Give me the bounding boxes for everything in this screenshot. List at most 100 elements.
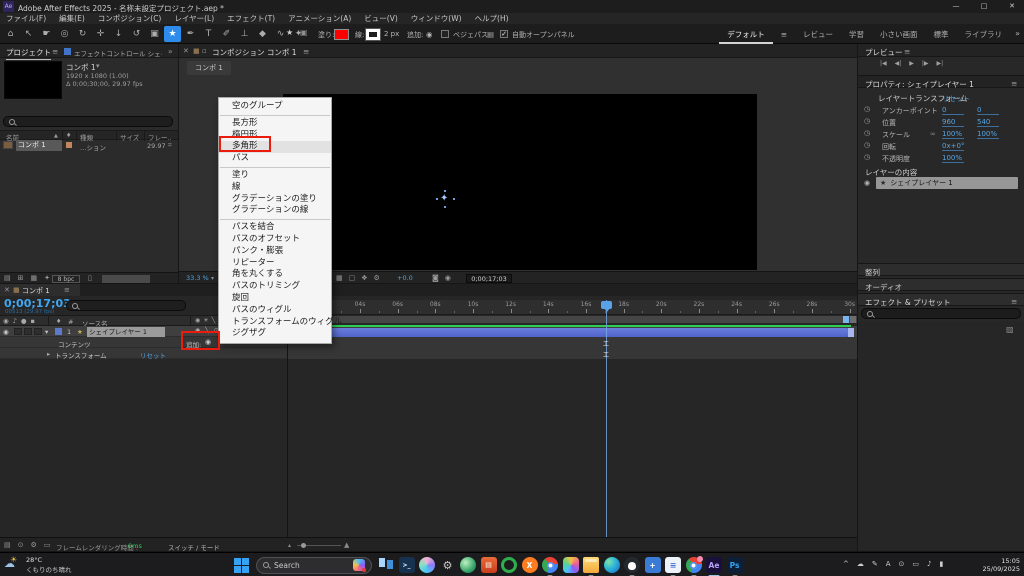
comp-dropdown-icon[interactable]: ▾ bbox=[96, 62, 100, 70]
property-value[interactable]: 0x+0° bbox=[942, 142, 964, 151]
shape-menu-item[interactable]: トランスフォームのウィグル bbox=[219, 317, 331, 329]
bezier-path-checkbox[interactable] bbox=[441, 30, 449, 38]
notepad-icon[interactable]: ≡ bbox=[665, 557, 681, 573]
layer-eye-icon[interactable]: ◉ bbox=[3, 328, 9, 336]
comp-viewer-tab[interactable]: コンポ 1 bbox=[187, 61, 231, 75]
index-column-label[interactable]: # bbox=[68, 318, 73, 326]
layer-label-chip[interactable] bbox=[55, 328, 62, 335]
menu-item[interactable]: ファイル(F) bbox=[6, 13, 46, 24]
close-icon[interactable]: ✕ bbox=[4, 286, 10, 294]
shape-tool-icon[interactable]: ★ bbox=[164, 26, 181, 42]
shape-menu-item[interactable]: パスのオフセット bbox=[219, 234, 331, 246]
label-column-icon[interactable]: ♦ bbox=[66, 132, 71, 139]
menu-item[interactable]: エフェクト(T) bbox=[227, 13, 275, 24]
sort-arrow-icon[interactable]: ▲ bbox=[54, 133, 58, 139]
zoom-tool-icon[interactable]: ◎ bbox=[56, 26, 73, 42]
pan-camera-icon[interactable]: ✛ bbox=[92, 26, 109, 42]
text-tool-icon[interactable]: T bbox=[200, 26, 217, 42]
stroke-color-swatch[interactable] bbox=[366, 29, 380, 40]
auto-open-checkbox[interactable]: ✓ bbox=[500, 30, 508, 38]
draft-3d-icon[interactable]: ⊙ bbox=[18, 541, 24, 549]
align-panel-header[interactable]: 整列 bbox=[858, 263, 1024, 276]
effects-corner-icon[interactable]: ▨ bbox=[1006, 325, 1014, 334]
go-to-end-icon[interactable]: ▶| bbox=[937, 60, 944, 67]
store-icon[interactable]: ▤ bbox=[481, 557, 497, 573]
menu-item[interactable]: ヘルプ(H) bbox=[475, 13, 509, 24]
workspace-overflow-icon[interactable]: » bbox=[1015, 29, 1020, 38]
fill-label[interactable]: 塗り: bbox=[318, 30, 334, 40]
quality-icon[interactable]: ╲ bbox=[212, 317, 216, 324]
ime-icon[interactable]: A bbox=[886, 560, 891, 568]
orbit-camera-icon[interactable]: ↻ bbox=[74, 26, 91, 42]
audio-toggle-box[interactable] bbox=[14, 328, 22, 335]
fast-previews-icon[interactable]: ⚙ bbox=[374, 274, 380, 282]
next-frame-icon[interactable]: |▶ bbox=[922, 60, 929, 67]
tab-effect-controls[interactable]: エフェクトコントロール シェイプレイヤ bbox=[74, 48, 162, 58]
exposure-value[interactable]: +0.0 bbox=[397, 274, 413, 282]
menu-item[interactable]: 編集(E) bbox=[59, 13, 85, 24]
switch-mode-button[interactable]: スイッチ / モード bbox=[168, 542, 220, 552]
tray-expand-icon[interactable]: ^ bbox=[843, 560, 849, 568]
new-folder-icon[interactable]: ⊞ bbox=[18, 274, 24, 282]
workspace-tab[interactable]: デフォルト bbox=[719, 25, 773, 44]
close-button[interactable]: ✕ bbox=[1000, 0, 1024, 13]
taskbar-search-input[interactable]: Search bbox=[256, 557, 372, 574]
dolly-camera-icon[interactable]: ↓ bbox=[110, 26, 127, 42]
eye-icon[interactable]: ◉ bbox=[864, 179, 870, 187]
property-value[interactable]: 100% bbox=[977, 130, 999, 139]
zoom-in-icon[interactable]: ▲ bbox=[344, 541, 349, 549]
panel-menu-icon[interactable]: ≡ bbox=[52, 47, 58, 56]
clone-stamp-icon[interactable]: ⊥ bbox=[236, 26, 253, 42]
timeline-zoom-knob[interactable] bbox=[301, 543, 306, 548]
menu-item[interactable]: レイヤー(L) bbox=[174, 13, 214, 24]
audio-icon[interactable]: ♪ bbox=[13, 317, 17, 325]
edge-icon[interactable] bbox=[604, 557, 620, 573]
add-label[interactable]: 追加: bbox=[407, 30, 423, 40]
tab-project[interactable]: プロジェクト bbox=[6, 47, 51, 60]
interpret-footage-icon[interactable]: ▤ bbox=[4, 274, 11, 282]
delete-icon[interactable]: ▯ bbox=[88, 274, 92, 282]
accessibility-icon[interactable]: ⊙ bbox=[899, 560, 905, 568]
link-icon[interactable]: ∞ bbox=[930, 130, 936, 138]
composition-view[interactable]: ✦ bbox=[283, 94, 757, 270]
panel-menu-icon[interactable]: ≡ bbox=[904, 47, 910, 56]
comp-timecode[interactable]: 0;00;17;03 bbox=[466, 274, 512, 283]
start-button[interactable] bbox=[234, 558, 249, 573]
mini-flowchart-icon[interactable]: ▤ bbox=[4, 541, 11, 549]
shape-menu-item[interactable]: 線 bbox=[219, 182, 331, 194]
stopwatch-icon[interactable]: ◷ bbox=[864, 153, 870, 161]
onedrive-icon[interactable]: ☁ bbox=[857, 560, 864, 568]
label-column-icon[interactable]: ♦ bbox=[56, 318, 61, 325]
render-queue-icon[interactable]: ▭ bbox=[44, 541, 51, 549]
menu-item[interactable]: アニメーション(A) bbox=[288, 13, 351, 24]
panel-menu-icon[interactable]: ≡ bbox=[303, 47, 309, 56]
grid-guides-icon[interactable]: ▦ bbox=[336, 274, 343, 282]
layer-bar-end-cap[interactable] bbox=[848, 328, 854, 337]
shape-menu-item[interactable]: パンク・膨張 bbox=[219, 246, 331, 258]
playhead-line[interactable] bbox=[606, 300, 607, 537]
github-icon[interactable] bbox=[624, 557, 640, 573]
file-explorer-icon[interactable] bbox=[583, 557, 599, 573]
layer-name[interactable]: シェイプレイヤー 1 bbox=[87, 327, 165, 337]
comp-panel-title[interactable]: コンポジション コンポ 1 bbox=[212, 47, 297, 58]
panel-menu-icon[interactable]: ≡ bbox=[1011, 297, 1017, 306]
channels-icon[interactable]: ❖ bbox=[361, 274, 367, 282]
chrome-alt-icon[interactable] bbox=[686, 557, 702, 573]
taskbar-clock[interactable]: 15:05 25/09/2025 bbox=[968, 557, 1020, 573]
work-area-end-handle[interactable] bbox=[843, 316, 849, 323]
shape-menu-item[interactable]: 塗り bbox=[219, 170, 331, 182]
workspace-tab[interactable]: 学習 bbox=[841, 25, 872, 44]
minimize-button[interactable]: — bbox=[944, 0, 968, 13]
effects-search-input[interactable] bbox=[861, 308, 1021, 319]
item-name[interactable]: コンポ 1 bbox=[16, 140, 62, 151]
timeline-tab[interactable]: ✕ ■ コンポ 1 ≡ bbox=[0, 284, 80, 296]
tab-overflow-icon[interactable]: » bbox=[168, 47, 173, 56]
pen-icon[interactable]: ✎ bbox=[872, 560, 878, 568]
mask-toggle-icon[interactable]: ▣ bbox=[300, 28, 308, 37]
vpn-icon[interactable] bbox=[501, 557, 517, 573]
lock-icon[interactable]: ▪ bbox=[31, 317, 35, 325]
flowchart-icon[interactable]: ✦ bbox=[44, 274, 50, 282]
shape-menu-item[interactable]: リピーター bbox=[219, 258, 331, 270]
rotate-tool-icon[interactable]: ↺ bbox=[128, 26, 145, 42]
workspace-tab[interactable]: ライブラリ bbox=[957, 25, 1011, 44]
